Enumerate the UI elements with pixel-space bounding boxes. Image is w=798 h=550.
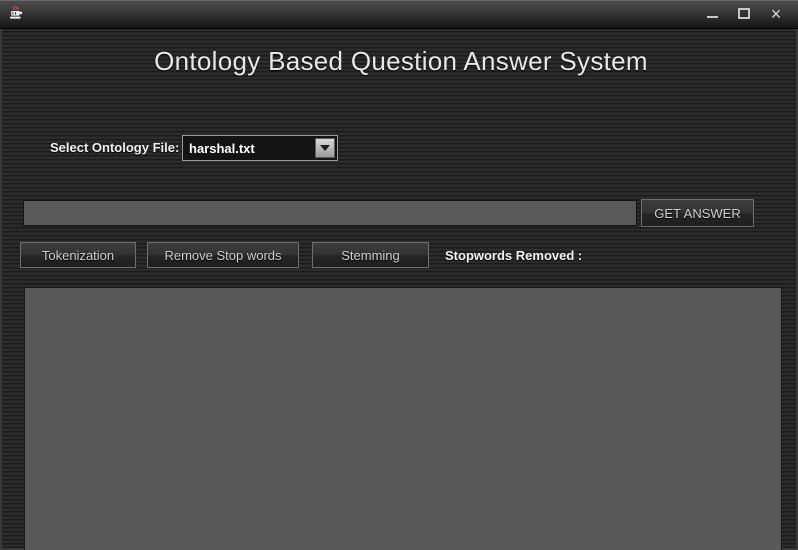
close-icon[interactable]: × xyxy=(762,0,790,27)
java-coffee-cup-icon xyxy=(7,4,25,22)
maximize-icon[interactable] xyxy=(730,0,758,27)
main-content-panel: Ontology Based Question Answer System Se… xyxy=(0,29,798,550)
ontology-file-selected-value: harshal.txt xyxy=(189,140,255,156)
stopwords-removed-label: Stopwords Removed : xyxy=(445,248,583,263)
remove-stop-words-button[interactable]: Remove Stop words xyxy=(147,242,299,268)
application-window: × Ontology Based Question Answer System … xyxy=(0,0,798,550)
stemming-button[interactable]: Stemming xyxy=(312,242,429,268)
minimize-icon[interactable] xyxy=(698,0,726,27)
title-bar[interactable]: × xyxy=(0,0,798,29)
get-answer-button[interactable]: GET ANSWER xyxy=(641,199,754,227)
question-input[interactable] xyxy=(23,200,637,226)
output-text-area[interactable] xyxy=(24,287,782,550)
ontology-file-select[interactable]: harshal.txt xyxy=(182,135,338,161)
page-title: Ontology Based Question Answer System xyxy=(154,46,648,76)
chevron-down-icon[interactable] xyxy=(315,138,335,158)
ontology-file-label: Select Ontology File: xyxy=(50,140,180,155)
tokenization-button[interactable]: Tokenization xyxy=(20,242,136,268)
